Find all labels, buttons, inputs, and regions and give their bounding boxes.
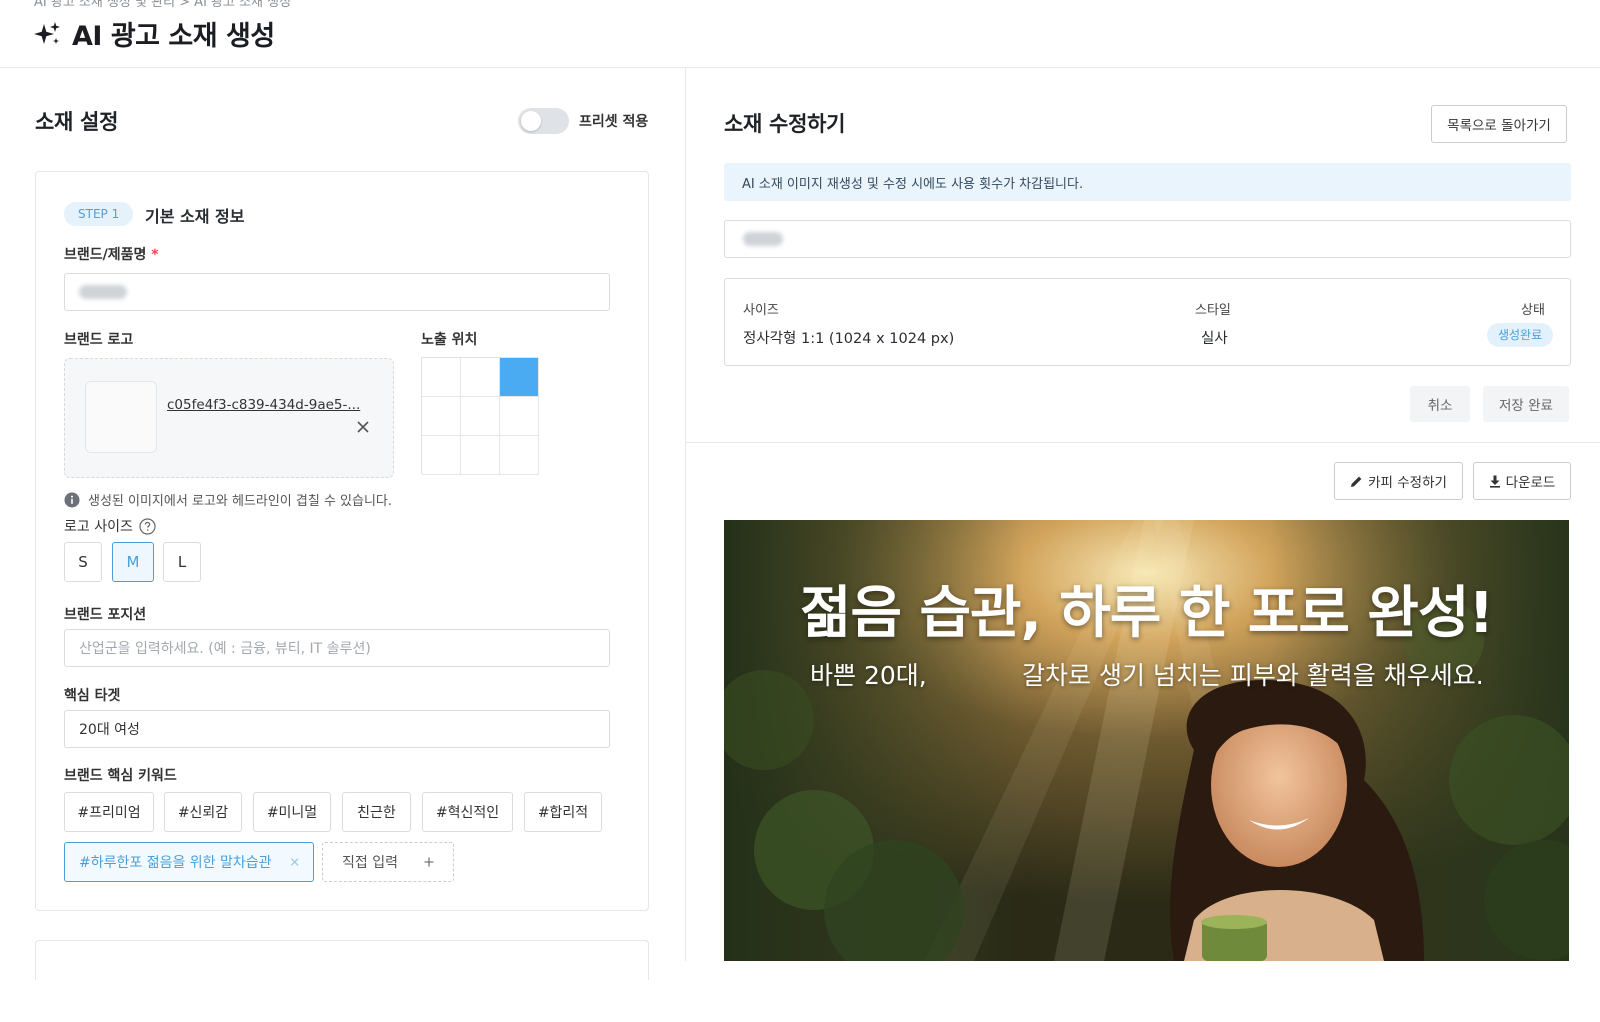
creative-meta-box: 사이즈 정사각형 1:1 (1024 x 1024 px) 스타일 실사 상태 … bbox=[724, 278, 1571, 366]
direct-input-label: 직접 입력 bbox=[342, 855, 398, 871]
brand-logo-label: 브랜드 로고 bbox=[64, 332, 134, 348]
save-button[interactable]: 저장 완료 bbox=[1483, 386, 1569, 422]
exposure-position-label: 노출 위치 bbox=[421, 332, 478, 348]
position-middle-left[interactable] bbox=[422, 397, 461, 436]
position-top-left[interactable] bbox=[422, 358, 461, 397]
info-icon bbox=[64, 492, 80, 507]
edit-copy-button[interactable]: 카피 수정하기 bbox=[1334, 462, 1463, 500]
edit-section-title: 소재 수정하기 bbox=[724, 112, 846, 136]
plus-icon bbox=[424, 857, 434, 867]
sparkle-icon bbox=[34, 21, 60, 44]
logo-size-s-button[interactable]: S bbox=[64, 542, 102, 582]
logo-size-m-button[interactable]: M bbox=[112, 542, 154, 582]
pencil-icon bbox=[1351, 476, 1362, 487]
cancel-button[interactable]: 취소 bbox=[1410, 386, 1470, 422]
required-mark: * bbox=[151, 247, 159, 263]
page-title: AI 광고 소재 생성 bbox=[72, 21, 275, 52]
close-icon[interactable] bbox=[355, 419, 371, 435]
download-label: 다운로드 bbox=[1505, 475, 1556, 491]
breadcrumb[interactable]: AI 광고 소재 생성 및 관리 > AI 광고 소재 생성 bbox=[34, 0, 291, 10]
brand-name-label: 브랜드/제품명 * bbox=[64, 244, 159, 264]
back-to-list-button[interactable]: 목록으로 돌아가기 bbox=[1431, 105, 1567, 143]
blurred-brand-name bbox=[79, 285, 127, 299]
remove-keyword-icon[interactable] bbox=[290, 857, 299, 867]
page-header: AI 광고 소재 생성 및 관리 > AI 광고 소재 생성 AI 광고 소재 … bbox=[0, 0, 1600, 68]
keyword-chip[interactable]: #프리미엄 bbox=[64, 792, 154, 832]
logo-size-label: 로고 사이즈 bbox=[64, 519, 133, 535]
preset-toggle-label: 프리셋 적용 bbox=[579, 114, 649, 130]
toggle-knob bbox=[521, 111, 541, 131]
core-target-input[interactable]: 20대 여성 bbox=[64, 710, 610, 748]
overlap-info: 생성된 이미지에서 로고와 헤드라인이 겹칠 수 있습니다. bbox=[64, 490, 392, 509]
keyword-chip[interactable]: #합리적 bbox=[524, 792, 602, 832]
keyword-chip[interactable]: #신뢰감 bbox=[164, 792, 242, 832]
direct-input-chip[interactable]: 직접 입력 bbox=[322, 842, 454, 882]
edit-panel: 소재 수정하기 목록으로 돌아가기 AI 소재 이미지 재생성 및 수정 시에도… bbox=[686, 68, 1600, 961]
position-middle-right[interactable] bbox=[500, 397, 539, 436]
brand-name-input[interactable] bbox=[64, 273, 610, 311]
download-button[interactable]: 다운로드 bbox=[1473, 462, 1571, 500]
usage-notice: AI 소재 이미지 재생성 및 수정 시에도 사용 횟수가 차감됩니다. bbox=[724, 163, 1571, 201]
style-head: 스타일 bbox=[1195, 303, 1231, 318]
blurred-creative-name bbox=[743, 232, 783, 246]
logo-upload-box[interactable]: c05fe4f3-c839-434d-9ae5-... bbox=[64, 358, 394, 478]
status-badge: 생성완료 bbox=[1487, 323, 1554, 347]
brand-position-label: 브랜드 포지션 bbox=[64, 607, 147, 623]
next-step-card bbox=[35, 940, 649, 980]
download-icon bbox=[1489, 475, 1500, 488]
creative-name-input[interactable] bbox=[724, 220, 1571, 258]
preset-toggle-wrap: 프리셋 적용 bbox=[518, 108, 648, 134]
settings-section-title: 소재 설정 bbox=[35, 110, 119, 134]
preset-toggle[interactable] bbox=[518, 108, 569, 134]
brand-keywords-label: 브랜드 핵심 키워드 bbox=[64, 768, 177, 784]
exposure-position-grid bbox=[421, 357, 539, 475]
custom-keyword-chip[interactable]: #하루한포 젊음을 위한 말차습관 bbox=[64, 842, 314, 882]
step-title: 기본 소재 정보 bbox=[145, 207, 245, 226]
section-divider bbox=[686, 442, 1600, 443]
overlap-info-text: 생성된 이미지에서 로고와 헤드라인이 겹칠 수 있습니다. bbox=[88, 494, 393, 509]
edit-copy-label: 카피 수정하기 bbox=[1368, 475, 1447, 491]
logo-file-link[interactable]: c05fe4f3-c839-434d-9ae5-... bbox=[167, 397, 360, 413]
core-target-label: 핵심 타겟 bbox=[64, 688, 121, 704]
ad-headline: 젊음 습관, 하루 한 포로 완성! bbox=[799, 581, 1494, 646]
logo-thumbnail bbox=[85, 381, 157, 453]
size-value: 정사각형 1:1 (1024 x 1024 px) bbox=[743, 331, 955, 347]
brand-position-input[interactable]: 산업군을 입력하세요. (예 : 금융, 뷰티, IT 솔루션) bbox=[64, 629, 610, 667]
help-icon[interactable] bbox=[139, 517, 156, 535]
ad-creative-image: 젊음 습관, 하루 한 포로 완성! 바쁜 20대, 갈차로 생기 넘치는 피부… bbox=[724, 520, 1569, 961]
style-value: 실사 bbox=[1201, 331, 1228, 347]
step-badge: STEP 1 bbox=[64, 202, 134, 226]
position-middle-center[interactable] bbox=[461, 397, 500, 436]
page-title-wrap: AI 광고 소재 생성 bbox=[34, 14, 275, 53]
position-bottom-left[interactable] bbox=[422, 436, 461, 475]
logo-size-l-button[interactable]: L bbox=[163, 542, 201, 582]
ad-subcopy-left: 바쁜 20대, bbox=[810, 661, 927, 690]
custom-keyword-text: #하루한포 젊음을 위한 말차습관 bbox=[79, 855, 272, 871]
ad-subcopy-right: 갈차로 생기 넘치는 피부와 활력을 채우세요. bbox=[1022, 661, 1484, 690]
basic-info-card: STEP 1 기본 소재 정보 브랜드/제품명 * 브랜드 로고 노출 위치 c… bbox=[35, 171, 649, 911]
keyword-chip[interactable]: #혁신적인 bbox=[422, 792, 513, 832]
size-head: 사이즈 bbox=[743, 303, 779, 318]
status-head: 상태 bbox=[1521, 303, 1545, 318]
keyword-chip[interactable]: #미니멀 bbox=[253, 792, 331, 832]
logo-size-label-wrap: 로고 사이즈 bbox=[64, 516, 156, 536]
keyword-chip[interactable]: 친근한 bbox=[342, 792, 411, 832]
position-top-center[interactable] bbox=[461, 358, 500, 397]
position-bottom-center[interactable] bbox=[461, 436, 500, 475]
brand-name-label-text: 브랜드/제품명 bbox=[64, 247, 147, 263]
position-bottom-right[interactable] bbox=[500, 436, 539, 475]
position-top-right[interactable] bbox=[500, 358, 539, 397]
